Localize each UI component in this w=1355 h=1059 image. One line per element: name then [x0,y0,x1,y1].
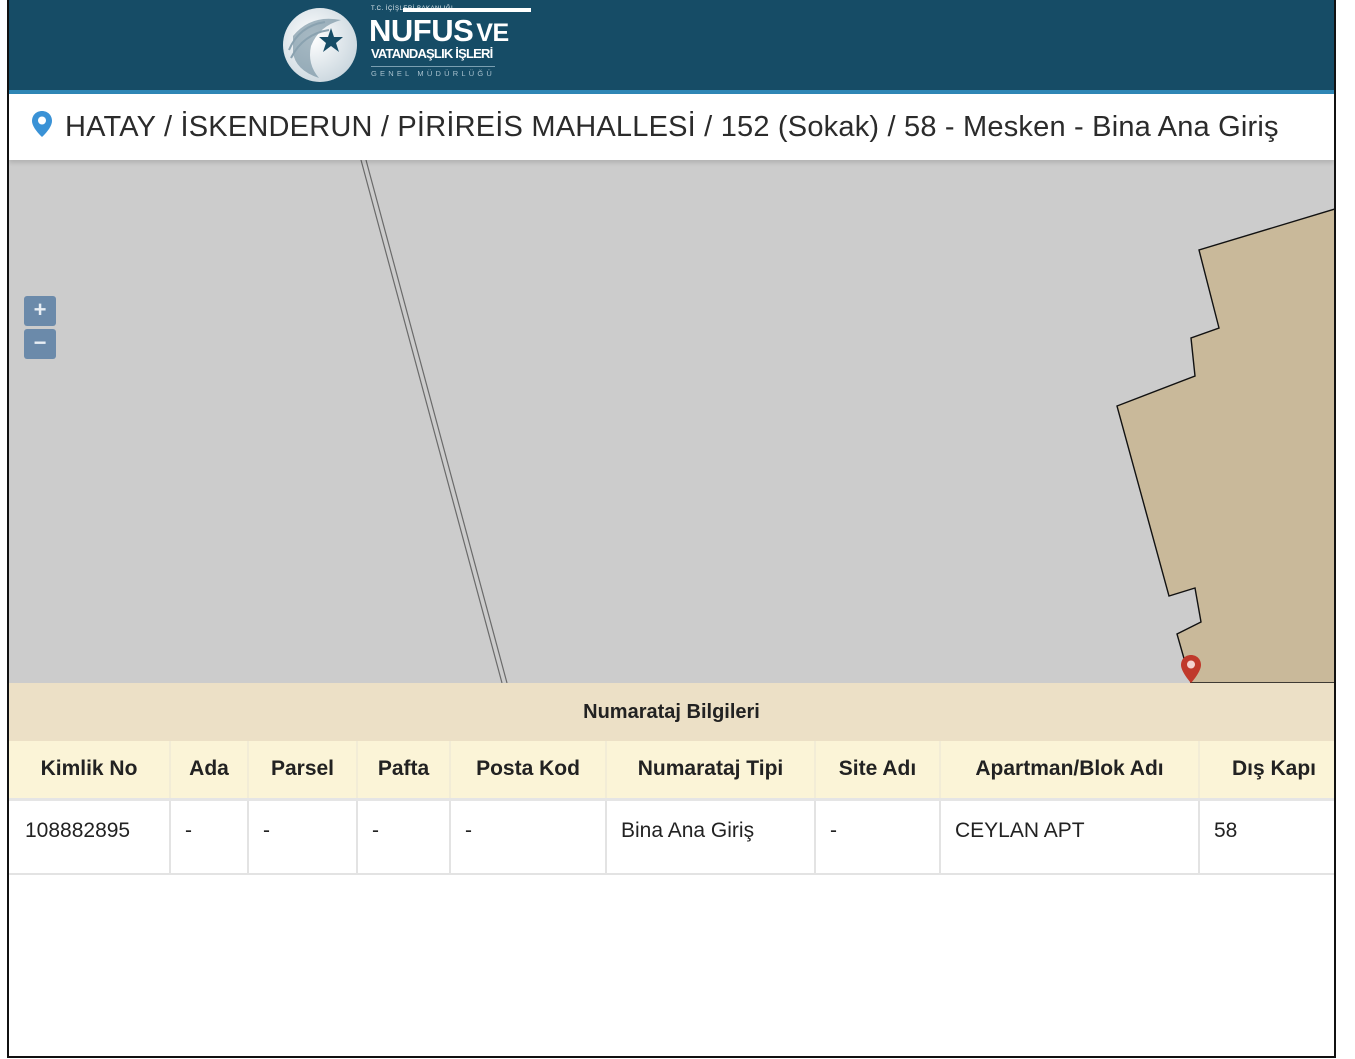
numarataj-table: Kimlik No Ada Parsel Pafta Posta Kod Num… [9,741,1334,875]
table-header-row: Kimlik No Ada Parsel Pafta Posta Kod Num… [9,741,1334,801]
cell-pafta: - [357,799,451,875]
building-parcel [1116,208,1334,683]
column-header[interactable]: Pafta [357,741,451,801]
logo[interactable]: T.C. İÇİŞLERİ BAKANLIĞI NUFUSVE VATANDAŞ… [281,2,543,86]
map-layer [360,160,1334,683]
zoom-in-button[interactable]: + [24,296,56,326]
numarataj-panel: Numarataj Bilgileri Kimlik No Ada Parsel… [9,683,1334,875]
cell-dis-kapi: 58 [1199,799,1334,875]
column-header[interactable]: Posta Kod [450,741,607,801]
panel-title: Numarataj Bilgileri [9,683,1334,741]
logo-title-ve: VE [476,19,509,47]
logo-title: NUFUS VE [369,14,509,50]
column-header[interactable]: Kimlik No [9,741,171,801]
column-header[interactable]: Dış Kapı [1199,741,1334,801]
road-line-edge [365,160,508,683]
column-header[interactable]: Ada [170,741,249,801]
road-line [360,160,503,683]
map-pin-icon [32,111,52,137]
cell-apartman-blok-adi: CEYLAN APT [940,799,1200,875]
header-bar: T.C. İÇİŞLERİ BAKANLIĞI NUFUSVE VATANDAŞ… [9,0,1334,90]
address-text: HATAY / İSKENDERUN / PİRİREİS MAHALLESİ … [65,110,1279,143]
logo-tagline: GENEL MÜDÜRLÜĞÜ [371,66,495,78]
map-view[interactable]: + − [9,160,1334,683]
cell-parsel: - [248,799,358,875]
table-row[interactable]: 108882895 - - - - Bina Ana Giriş - CEYLA… [9,799,1334,875]
zoom-out-button[interactable]: − [24,329,56,359]
location-marker-icon[interactable] [1180,654,1202,683]
address-bar: HATAY / İSKENDERUN / PİRİREİS MAHALLESİ … [9,94,1334,160]
column-header[interactable]: Parsel [248,741,358,801]
cell-kimlik-no: 108882895 [9,799,171,875]
app-frame: T.C. İÇİŞLERİ BAKANLIĞI NUFUSVE VATANDAŞ… [7,0,1336,1058]
logo-subtitle: VATANDAŞLIK İŞLERİ [371,46,493,61]
crescent-star-emblem-icon [283,8,357,82]
logo-title-main: NUFUS [369,13,474,48]
column-header[interactable]: Apartman/Blok Adı [940,741,1200,801]
cell-numarataj-tipi: Bina Ana Giriş [606,799,816,875]
column-header[interactable]: Site Adı [815,741,941,801]
cell-site-adi: - [815,799,941,875]
column-header[interactable]: Numarataj Tipi [606,741,816,801]
zoom-control: + − [24,296,57,362]
cell-ada: - [170,799,249,875]
logo-divider [403,8,531,12]
cell-posta-kod: - [450,799,607,875]
